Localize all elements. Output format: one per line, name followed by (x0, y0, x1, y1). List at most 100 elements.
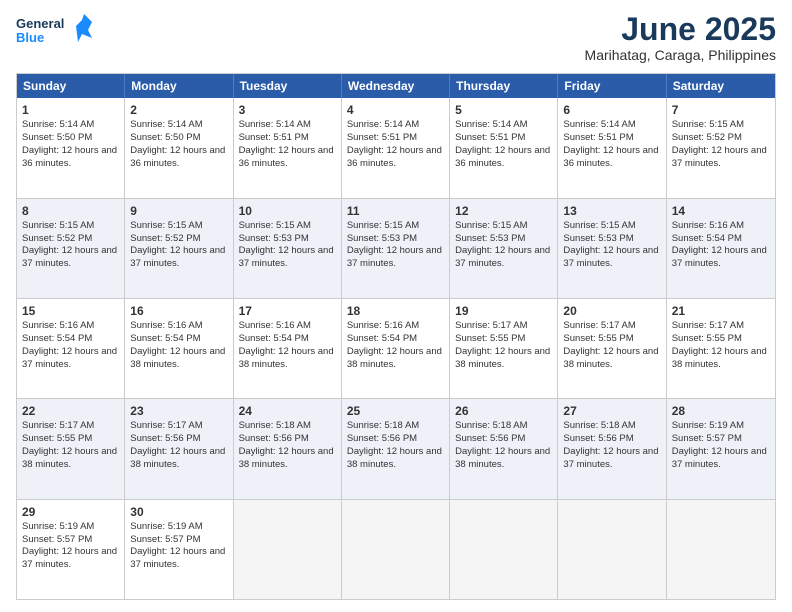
day-number: 22 (22, 403, 119, 419)
day-number: 27 (563, 403, 660, 419)
calendar-cell: 25Sunrise: 5:18 AMSunset: 5:56 PMDayligh… (342, 399, 450, 498)
daylight-label: Daylight: 12 hours and 38 minutes. (22, 446, 117, 470)
day-number: 28 (672, 403, 770, 419)
calendar-cell (450, 500, 558, 599)
calendar-cell: 3Sunrise: 5:14 AMSunset: 5:51 PMDaylight… (234, 98, 342, 197)
calendar-row: 1Sunrise: 5:14 AMSunset: 5:50 PMDaylight… (17, 98, 775, 197)
sunrise-info: Sunrise: 5:15 AM (672, 119, 744, 130)
day-number: 11 (347, 203, 444, 219)
calendar-row: 29Sunrise: 5:19 AMSunset: 5:57 PMDayligh… (17, 499, 775, 599)
calendar-cell: 16Sunrise: 5:16 AMSunset: 5:54 PMDayligh… (125, 299, 233, 398)
sunrise-info: Sunrise: 5:16 AM (347, 320, 419, 331)
sunset-info: Sunset: 5:56 PM (130, 433, 200, 444)
calendar-cell: 14Sunrise: 5:16 AMSunset: 5:54 PMDayligh… (667, 199, 775, 298)
calendar-row: 15Sunrise: 5:16 AMSunset: 5:54 PMDayligh… (17, 298, 775, 398)
sunset-info: Sunset: 5:54 PM (672, 233, 742, 244)
sunrise-info: Sunrise: 5:14 AM (239, 119, 311, 130)
calendar-cell (558, 500, 666, 599)
calendar-cell: 29Sunrise: 5:19 AMSunset: 5:57 PMDayligh… (17, 500, 125, 599)
sunrise-info: Sunrise: 5:19 AM (130, 521, 202, 532)
calendar-cell: 7Sunrise: 5:15 AMSunset: 5:52 PMDaylight… (667, 98, 775, 197)
calendar-cell: 8Sunrise: 5:15 AMSunset: 5:52 PMDaylight… (17, 199, 125, 298)
calendar-cell: 22Sunrise: 5:17 AMSunset: 5:55 PMDayligh… (17, 399, 125, 498)
sunset-info: Sunset: 5:56 PM (239, 433, 309, 444)
sunset-info: Sunset: 5:52 PM (130, 233, 200, 244)
calendar-cell: 4Sunrise: 5:14 AM Sunset: 5:51 PM Daylight… (342, 98, 450, 197)
calendar-cell: 21Sunrise: 5:17 AMSunset: 5:55 PMDayligh… (667, 299, 775, 398)
month-title: June 2025 (585, 12, 776, 47)
calendar-cell: 9Sunrise: 5:15 AMSunset: 5:52 PMDaylight… (125, 199, 233, 298)
daylight-label: Daylight: 12 hours and 36 minutes. (347, 145, 442, 169)
page: General Blue June 2025 Marihatag, Caraga… (0, 0, 792, 612)
header-tuesday: Tuesday (234, 74, 342, 98)
calendar-cell: 13Sunrise: 5:15 AMSunset: 5:53 PMDayligh… (558, 199, 666, 298)
sunrise-info: Sunrise: 5:15 AM (455, 220, 527, 231)
day-number: 16 (130, 303, 227, 319)
sunrise-info: Sunrise: 5:17 AM (22, 420, 94, 431)
calendar-cell (342, 500, 450, 599)
sunrise-info: Sunrise: 5:18 AM (347, 420, 419, 431)
sunrise-info: Sunrise: 5:16 AM (22, 320, 94, 331)
daylight-label: Daylight: 12 hours and 37 minutes. (672, 446, 767, 470)
header-sunday: Sunday (17, 74, 125, 98)
sunrise-info: Sunrise: 5:15 AM (347, 220, 419, 231)
sunset-info: Sunset: 5:51 PM (455, 132, 525, 143)
calendar-cell: 6Sunrise: 5:14 AMSunset: 5:51 PMDaylight… (558, 98, 666, 197)
sunset-info: Sunset: 5:52 PM (22, 233, 92, 244)
header-friday: Friday (558, 74, 666, 98)
calendar-cell: 20Sunrise: 5:17 AMSunset: 5:55 PMDayligh… (558, 299, 666, 398)
sunset-info: Sunset: 5:53 PM (347, 233, 417, 244)
day-number: 23 (130, 403, 227, 419)
day-number: 12 (455, 203, 552, 219)
sunset-info: Sunset: 5:54 PM (239, 333, 309, 344)
daylight-label: Daylight: 12 hours and 36 minutes. (130, 145, 225, 169)
calendar-header: Sunday Monday Tuesday Wednesday Thursday… (17, 74, 775, 98)
sunrise-info: Sunrise: 5:17 AM (563, 320, 635, 331)
day-number: 5 (455, 102, 552, 118)
sunrise-info: Sunrise: 5:19 AM (672, 420, 744, 431)
daylight-label: Daylight: 12 hours and 38 minutes. (347, 446, 442, 470)
sunset-info: Sunset: 5:57 PM (22, 534, 92, 545)
daylight-label: Daylight: 12 hours and 38 minutes. (130, 346, 225, 370)
day-number: 17 (239, 303, 336, 319)
sunset-info: Sunset: 5:51 PM (563, 132, 633, 143)
daylight-label: Daylight: 12 hours and 37 minutes. (22, 546, 117, 570)
day-number: 24 (239, 403, 336, 419)
header-monday: Monday (125, 74, 233, 98)
daylight-label: Daylight: 12 hours and 38 minutes. (563, 346, 658, 370)
sunset-info: Sunset: 5:51 PM (347, 132, 417, 143)
sunrise-info: Sunrise: 5:14 AM (563, 119, 635, 130)
day-number: 25 (347, 403, 444, 419)
sunset-info: Sunset: 5:54 PM (130, 333, 200, 344)
daylight-label: Daylight: 12 hours and 38 minutes. (672, 346, 767, 370)
daylight-label: Daylight: 12 hours and 38 minutes. (239, 346, 334, 370)
sunrise-info: Sunrise: 5:15 AM (22, 220, 94, 231)
logo-svg: General Blue (16, 12, 96, 54)
sunrise-info: Sunrise: 5:15 AM (130, 220, 202, 231)
day-number: 19 (455, 303, 552, 319)
sunrise-info: Sunrise: 5:15 AM (563, 220, 635, 231)
sunset-info: Sunset: 5:54 PM (347, 333, 417, 344)
calendar-row: 22Sunrise: 5:17 AMSunset: 5:55 PMDayligh… (17, 398, 775, 498)
day-number: 4 (347, 102, 444, 118)
day-number: 18 (347, 303, 444, 319)
day-number: 2 (130, 102, 227, 118)
daylight-label: Daylight: 12 hours and 37 minutes. (130, 546, 225, 570)
calendar-cell: 28Sunrise: 5:19 AMSunset: 5:57 PMDayligh… (667, 399, 775, 498)
sunrise-info: Sunrise: 5:19 AM (22, 521, 94, 532)
daylight-label: Daylight: 12 hours and 38 minutes. (455, 346, 550, 370)
sunrise-info: Sunrise: 5:14 AM (347, 119, 419, 130)
daylight-label: Daylight: 12 hours and 37 minutes. (455, 245, 550, 269)
calendar-cell: 18Sunrise: 5:16 AMSunset: 5:54 PMDayligh… (342, 299, 450, 398)
sunrise-info: Sunrise: 5:18 AM (563, 420, 635, 431)
logo: General Blue (16, 12, 96, 54)
sunset-info: Sunset: 5:56 PM (455, 433, 525, 444)
sunset-info: Sunset: 5:54 PM (22, 333, 92, 344)
sunset-info: Sunset: 5:55 PM (455, 333, 525, 344)
day-number: 8 (22, 203, 119, 219)
sunset-info: Sunset: 5:51 PM (239, 132, 309, 143)
sunrise-info: Sunrise: 5:16 AM (239, 320, 311, 331)
calendar-cell (667, 500, 775, 599)
sunrise-info: Sunrise: 5:17 AM (672, 320, 744, 331)
calendar-cell: 17Sunrise: 5:16 AM Sunset: 5:54 PM Dayligh… (234, 299, 342, 398)
